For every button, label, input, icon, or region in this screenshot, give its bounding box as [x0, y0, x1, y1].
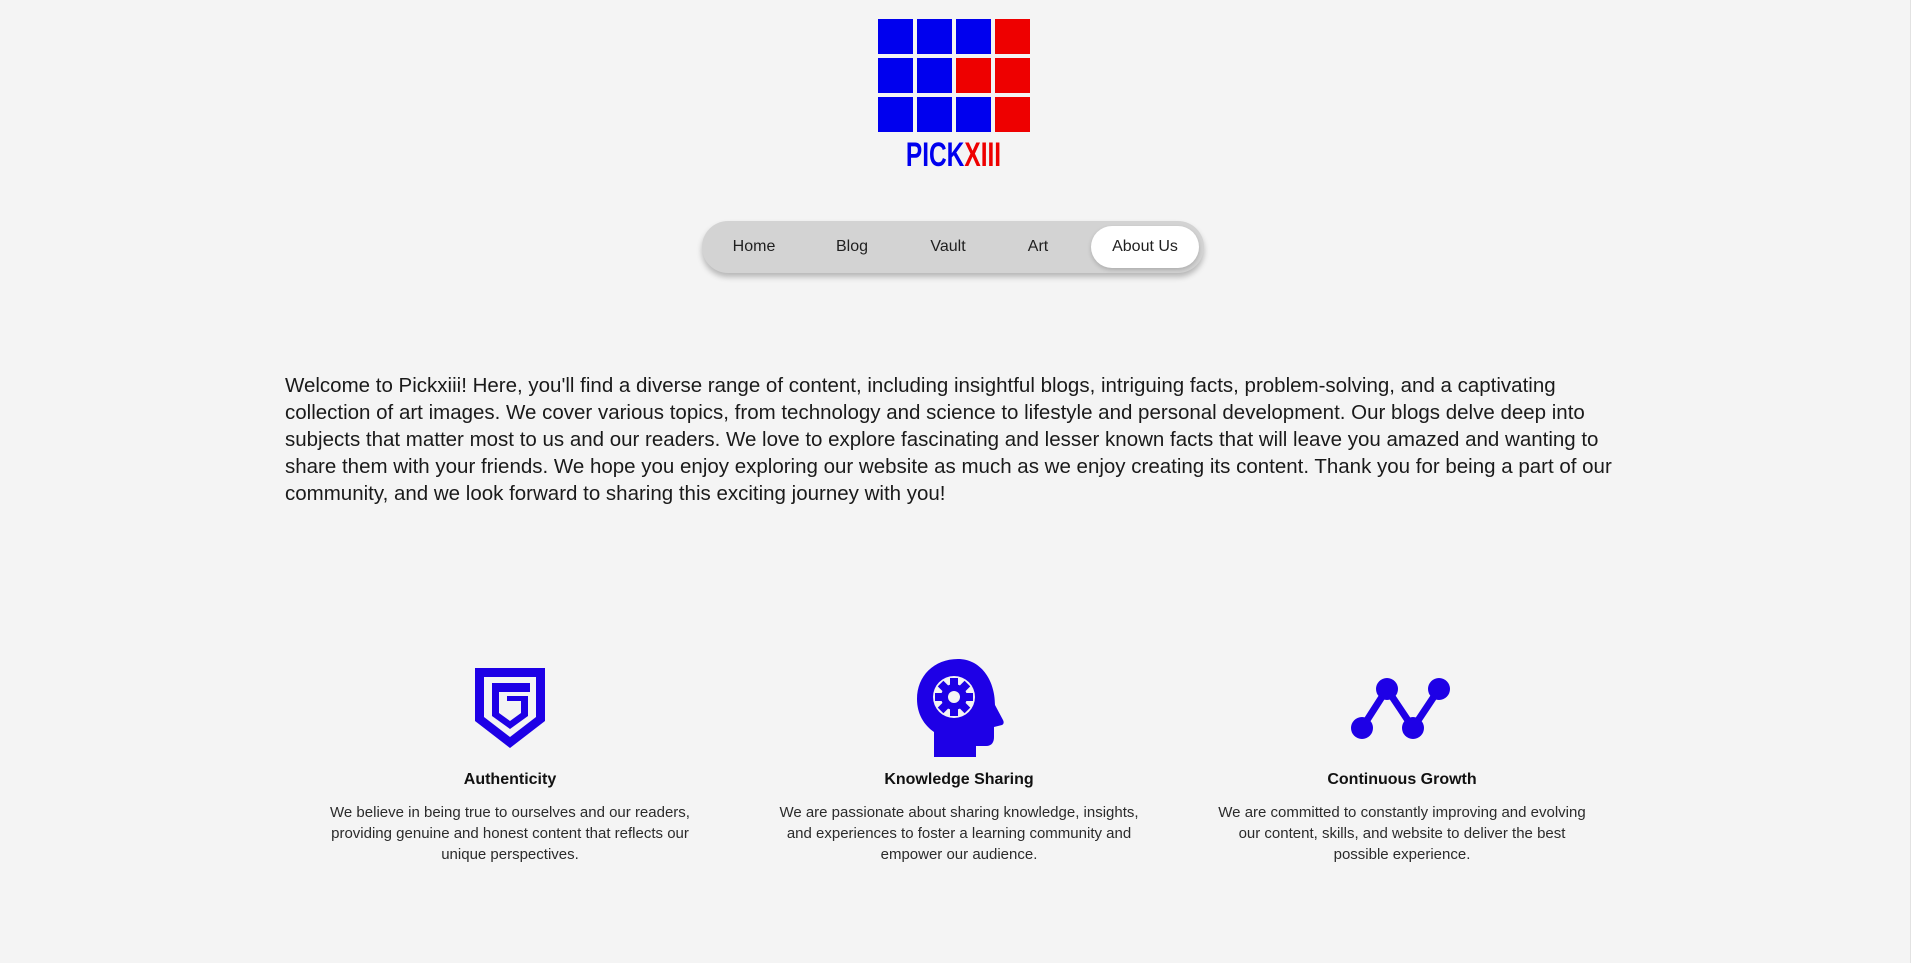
logo-cell [995, 97, 1030, 132]
head-gear-icon [769, 655, 1149, 760]
feature-description: We are passionate about sharing knowledg… [779, 804, 1139, 863]
growth-graph-icon [1212, 655, 1592, 760]
logo-wordmark-part1: PICK [905, 136, 965, 174]
nav-item-home[interactable]: Home [707, 226, 801, 268]
logo-cell [917, 19, 952, 54]
logo-cell [878, 19, 913, 54]
logo-wordmark: PICKXIII [899, 137, 1008, 173]
feature-authenticity: Authenticity We believe in being true to… [320, 655, 700, 865]
logo-cell [878, 58, 913, 93]
logo-cell [917, 97, 952, 132]
logo-cell [956, 97, 991, 132]
feature-continuous-growth: Continuous Growth We are committed to co… [1212, 655, 1592, 865]
nav-item-about-us[interactable]: About Us [1091, 226, 1199, 268]
nav-item-art[interactable]: Art [995, 226, 1081, 268]
feature-title: Authenticity [463, 771, 557, 788]
logo-cell [878, 97, 913, 132]
nav-item-blog[interactable]: Blog [805, 226, 899, 268]
feature-title: Knowledge Sharing [884, 771, 1034, 788]
shield-badge-icon [320, 655, 700, 760]
logo-cell [995, 58, 1030, 93]
logo-grid [878, 19, 1030, 132]
logo-wordmark-part2: XIII [964, 136, 1002, 174]
feature-description: We are committed to constantly improving… [1218, 804, 1586, 863]
nav-item-vault[interactable]: Vault [901, 226, 995, 268]
intro-paragraph: Welcome to Pickxiii! Here, you'll find a… [285, 374, 1612, 505]
logo-cell [956, 19, 991, 54]
logo-cell [917, 58, 952, 93]
logo-cell [995, 19, 1030, 54]
feature-knowledge-sharing: Knowledge Sharing We are passionate abou… [769, 655, 1149, 865]
main-nav: Home Blog Vault Art About Us [702, 221, 1204, 273]
site-logo[interactable]: PICKXIII [878, 19, 1030, 173]
logo-cell [956, 58, 991, 93]
feature-description: We believe in being true to ourselves an… [330, 804, 690, 863]
feature-title: Continuous Growth [1327, 771, 1477, 788]
